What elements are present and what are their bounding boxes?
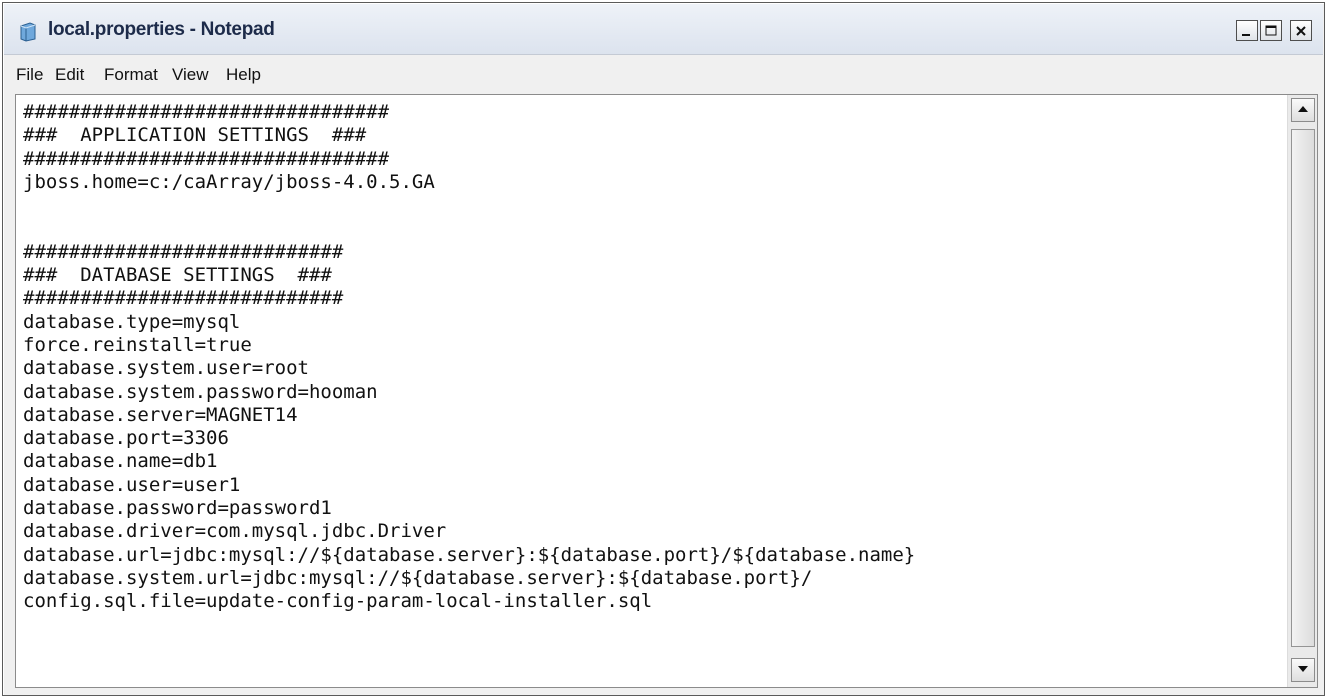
editor-line: database.system.user=root <box>23 357 309 380</box>
scroll-up-button[interactable] <box>1291 98 1315 122</box>
scroll-down-button[interactable] <box>1291 658 1315 682</box>
notepad-window: local.properties - Notepad File Edit For… <box>2 2 1325 696</box>
menu-bar: File Edit Format View Help <box>4 56 1323 94</box>
close-button[interactable] <box>1290 20 1312 41</box>
title-bar[interactable]: local.properties - Notepad <box>4 4 1323 55</box>
editor-line: database.name=db1 <box>23 450 218 473</box>
menu-format[interactable]: Format <box>104 65 158 85</box>
editor-line: force.reinstall=true <box>23 333 252 356</box>
menu-edit[interactable]: Edit <box>55 65 84 85</box>
arrow-up-icon <box>1297 101 1309 119</box>
editor-line: database.system.url=jdbc:mysql://${datab… <box>23 566 813 589</box>
minimize-icon <box>1240 24 1254 38</box>
editor-line: database.password=password1 <box>23 497 332 520</box>
scroll-thumb[interactable] <box>1291 129 1315 647</box>
minimize-button[interactable] <box>1236 20 1258 41</box>
editor-line: ################################ <box>23 147 390 170</box>
menu-view[interactable]: View <box>172 65 209 85</box>
vertical-scrollbar[interactable] <box>1287 95 1317 687</box>
editor-line: ### DATABASE SETTINGS ### <box>23 264 332 287</box>
editor-line: database.system.password=hooman <box>23 380 378 403</box>
text-editor[interactable]: ################################ ### APPL… <box>15 94 1318 688</box>
editor-line: database.port=3306 <box>23 427 229 450</box>
editor-line: ################################ <box>23 101 390 123</box>
editor-line: ############################ <box>23 240 344 263</box>
editor-line: ############################ <box>23 287 344 310</box>
menu-file[interactable]: File <box>16 65 43 85</box>
editor-line: jboss.home=c:/caArray/jboss-4.0.5.GA <box>23 170 435 193</box>
maximize-icon <box>1264 24 1278 38</box>
editor-line: database.url=jdbc:mysql://${database.ser… <box>23 543 916 566</box>
notepad-icon <box>18 22 38 42</box>
menu-help[interactable]: Help <box>226 65 261 85</box>
editor-line: ### APPLICATION SETTINGS ### <box>23 124 367 147</box>
editor-line: database.driver=com.mysql.jdbc.Driver <box>23 520 447 543</box>
editor-text[interactable]: ################################ ### APPL… <box>23 101 1285 681</box>
editor-line: database.user=user1 <box>23 473 241 496</box>
editor-line: config.sql.file=update-config-param-loca… <box>23 590 653 613</box>
editor-line: database.type=mysql <box>23 310 241 333</box>
editor-line: database.server=MAGNET14 <box>23 403 298 426</box>
arrow-down-icon <box>1297 661 1309 679</box>
window-title: local.properties - Notepad <box>48 19 275 40</box>
maximize-button[interactable] <box>1260 20 1282 41</box>
close-icon <box>1294 24 1308 38</box>
